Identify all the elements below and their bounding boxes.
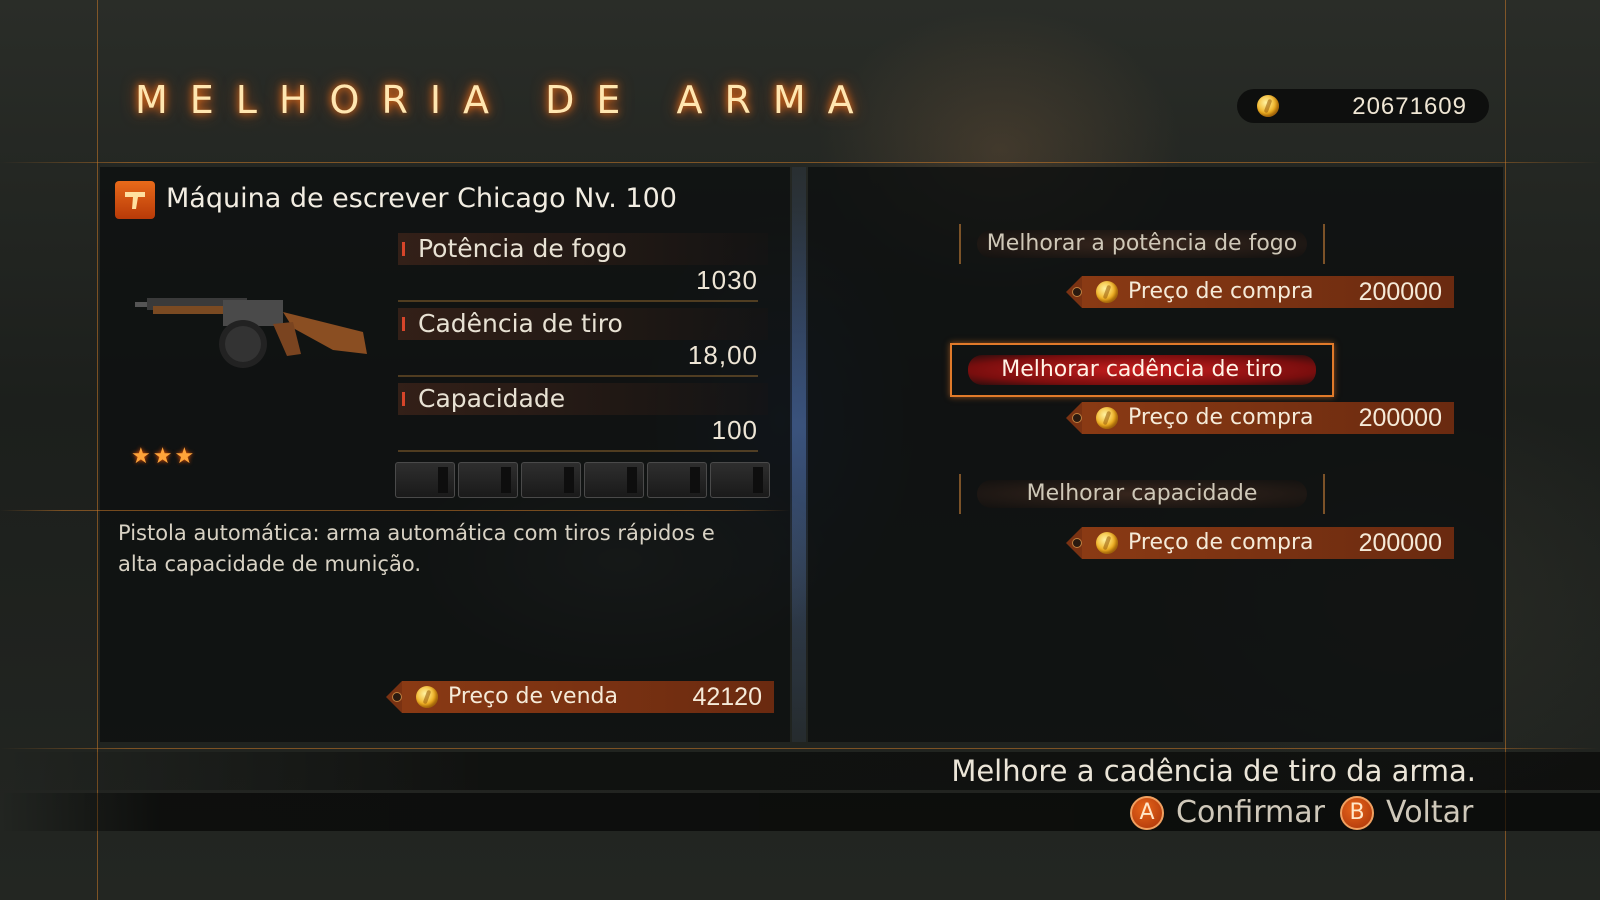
stat-label-capacity: Capacidade bbox=[398, 383, 768, 415]
buy-price-bar-firepower: Preço de compra 200000 bbox=[1066, 276, 1454, 308]
upgrade-firepower-label: Melhorar a potência de fogo bbox=[977, 230, 1307, 258]
coin-icon bbox=[1257, 95, 1279, 117]
money-value: 20671609 bbox=[1352, 93, 1467, 120]
confirm-label: Confirmar bbox=[1176, 795, 1325, 830]
upgrade-capacity-button[interactable]: Melhorar capacidade bbox=[959, 474, 1325, 514]
stat-label-fire-rate: Cadência de tiro bbox=[398, 308, 768, 340]
upgrade-fire-rate-button[interactable]: Melhorar cadência de tiro bbox=[950, 343, 1334, 397]
frame-line-top bbox=[0, 162, 1600, 163]
stat-label-firepower: Potência de fogo bbox=[398, 233, 768, 265]
weapon-image bbox=[133, 292, 373, 386]
coin-icon bbox=[1096, 532, 1118, 554]
weapon-name: Máquina de escrever Chicago Nv. 100 bbox=[166, 183, 677, 214]
weapon-description: Pistola automática: arma automática com … bbox=[118, 521, 715, 576]
dot-icon bbox=[392, 692, 402, 702]
weapon-type-icon bbox=[115, 181, 155, 219]
upgrade-slot bbox=[521, 462, 581, 498]
dot-icon bbox=[1072, 287, 1082, 297]
buy-price-bar-fire-rate: Preço de compra 200000 bbox=[1066, 402, 1454, 434]
sell-price-label: Preço de venda bbox=[448, 684, 618, 709]
back-label: Voltar bbox=[1386, 795, 1474, 830]
upgrade-slot bbox=[647, 462, 707, 498]
dot-icon bbox=[1072, 413, 1082, 423]
coin-icon bbox=[1096, 281, 1118, 303]
upgrade-fire-rate-label: Melhorar cadência de tiro bbox=[968, 355, 1316, 385]
buy-price-label: Preço de compra bbox=[1128, 279, 1314, 304]
hint-text: Melhore a cadência de tiro da arma. bbox=[951, 754, 1476, 788]
upgrade-slot bbox=[584, 462, 644, 498]
buy-price-label: Preço de compra bbox=[1128, 405, 1314, 430]
buy-price-bar-capacity: Preço de compra 200000 bbox=[1066, 527, 1454, 559]
weapon-rating-stars: ★★★ bbox=[131, 444, 197, 469]
sell-price-amount: 42120 bbox=[692, 683, 762, 711]
stat-value-firepower: 1030 bbox=[398, 265, 758, 302]
page-title: MELHORIA DE ARMA bbox=[135, 78, 876, 122]
upgrade-firepower-button[interactable]: Melhorar a potência de fogo bbox=[959, 224, 1325, 264]
upgrade-slot bbox=[710, 462, 770, 498]
sell-price-bar[interactable]: Preço de venda 42120 bbox=[386, 681, 774, 713]
coin-icon bbox=[1096, 407, 1118, 429]
description-divider bbox=[0, 510, 790, 511]
upgrade-capacity-label: Melhorar capacidade bbox=[977, 480, 1307, 508]
b-button-icon: B bbox=[1340, 795, 1374, 830]
upgrade-slots bbox=[395, 462, 770, 498]
a-button-icon: A bbox=[1130, 795, 1164, 830]
buy-price-amount: 200000 bbox=[1358, 278, 1442, 306]
money-counter: 20671609 bbox=[1237, 89, 1489, 123]
coin-icon bbox=[416, 686, 438, 708]
confirm-control[interactable]: A Confirmar bbox=[1130, 795, 1325, 830]
dot-icon bbox=[1072, 538, 1082, 548]
stat-value-capacity: 100 bbox=[398, 415, 758, 452]
upgrade-slot bbox=[395, 462, 455, 498]
back-control[interactable]: B Voltar bbox=[1340, 795, 1473, 830]
buy-price-amount: 200000 bbox=[1358, 529, 1442, 557]
stat-value-fire-rate: 18,00 bbox=[398, 340, 758, 377]
buy-price-amount: 200000 bbox=[1358, 404, 1442, 432]
buy-price-label: Preço de compra bbox=[1128, 530, 1314, 555]
frame-line-bottom bbox=[0, 748, 1600, 749]
upgrade-slot bbox=[458, 462, 518, 498]
panel-divider bbox=[792, 167, 806, 742]
